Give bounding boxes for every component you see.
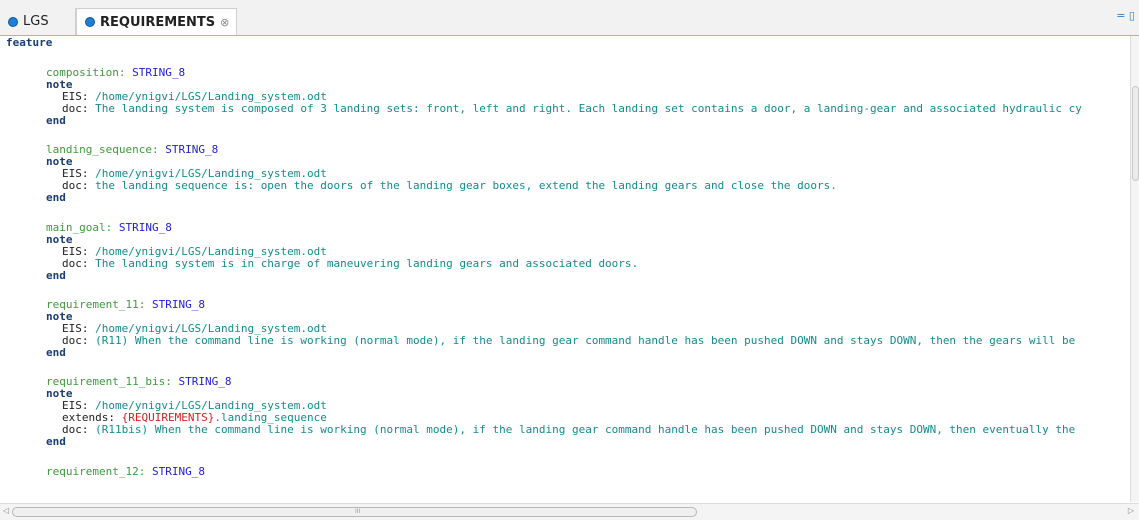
doc-line: doc: the landing sequence is: open the d… — [62, 180, 837, 192]
end-keyword: end — [46, 191, 66, 204]
feature-type: STRING_8 — [151, 465, 205, 478]
doc-value: The landing system is in charge of maneu… — [95, 257, 639, 270]
doc-line: doc: The landing system is in charge of … — [62, 258, 638, 270]
feature-name: requirement_12: — [46, 465, 146, 478]
doc-key: doc: — [62, 334, 89, 347]
doc-line: doc: (R11) When the command line is work… — [62, 335, 1075, 347]
end-keyword: end — [46, 346, 66, 359]
doc-line: doc: The landing system is composed of 3… — [62, 103, 1082, 115]
tab-lgs[interactable]: LGS — [0, 8, 76, 35]
end-keyword: end — [46, 435, 66, 448]
doc-key: doc: — [62, 102, 89, 115]
horizontal-scrollbar[interactable]: ◁ III ▷ — [0, 503, 1139, 520]
feature-declaration: requirement_12: STRING_8 — [46, 466, 205, 478]
grip-icon: III — [355, 508, 361, 515]
doc-key: doc: — [62, 179, 89, 192]
vertical-scroll-thumb[interactable] — [1132, 86, 1139, 181]
doc-key: doc: — [62, 423, 89, 436]
doc-key: doc: — [62, 257, 89, 270]
vertical-scrollbar[interactable] — [1130, 36, 1139, 502]
feature-keyword: feature — [6, 36, 53, 49]
doc-value: (R11bis) When the command line is workin… — [95, 423, 1076, 436]
feature-type: STRING_8 — [118, 221, 172, 234]
feature-type: STRING_8 — [178, 375, 232, 388]
tab-label: REQUIREMENTS — [100, 14, 216, 30]
doc-line: doc: (R11bis) When the command line is w… — [62, 424, 1075, 436]
end-keyword: end — [46, 114, 66, 127]
doc-value: (R11) When the command line is working (… — [95, 334, 1076, 347]
end-keyword: end — [46, 269, 66, 282]
file-icon — [85, 17, 95, 27]
doc-value: The landing system is composed of 3 land… — [95, 102, 1082, 115]
code-editor[interactable]: feature composition: STRING_8 note EIS: … — [0, 36, 1131, 502]
editor-tab-bar: LGS REQUIREMENTS ⊗ = ▯ — [0, 0, 1139, 36]
file-icon — [8, 16, 18, 27]
close-icon[interactable]: ⊗ — [220, 16, 229, 29]
feature-type: STRING_8 — [151, 298, 205, 311]
feature-type: STRING_8 — [132, 66, 186, 79]
minimize-maximize-icon[interactable]: = ▯ — [1116, 9, 1135, 22]
feature-type: STRING_8 — [165, 143, 219, 156]
scroll-right-icon[interactable]: ▷ — [1128, 506, 1134, 515]
tab-requirements[interactable]: REQUIREMENTS ⊗ — [76, 8, 237, 35]
scroll-left-icon[interactable]: ◁ — [3, 506, 9, 515]
doc-value: the landing sequence is: open the doors … — [95, 179, 837, 192]
feature-declaration: requirement_11_bis: STRING_8 — [46, 376, 231, 388]
tab-label: LGS — [23, 14, 49, 29]
